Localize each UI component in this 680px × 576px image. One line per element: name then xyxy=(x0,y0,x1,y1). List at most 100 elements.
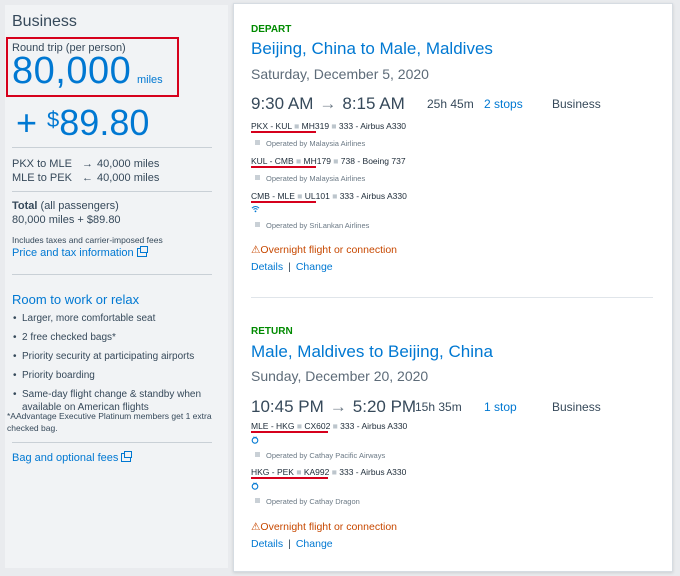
flight-number: MH319 xyxy=(301,121,330,131)
itinerary-card xyxy=(233,3,673,572)
segment-route: PKX to MLE xyxy=(12,158,72,170)
depart-date: Saturday, December 5, 2020 xyxy=(251,66,429,82)
depart-time: 10:45 PM xyxy=(251,397,324,416)
bag-fees-link[interactable]: Bag and optional fees xyxy=(12,451,133,464)
segment-row: MLE to PEK ← 40,000 miles xyxy=(12,172,159,184)
perk-footnote: *AAdvantage Executive Platinum members g… xyxy=(7,411,212,433)
overnight-warning: ⚠Overnight flight or connection xyxy=(251,244,397,256)
flight-segment: PKX - KUL ■ MH319 ■ 333 - Airbus A330 xyxy=(251,121,407,131)
highlight-underline xyxy=(251,201,316,203)
flight-segment: CMB - MLE ■ UL101 ■ 333 - Airbus A330 xyxy=(251,191,407,201)
depart-label: DEPART xyxy=(251,24,292,35)
price-tax-link-label: Price and tax information xyxy=(12,247,134,259)
flight-segment: HKG - PEK ■ KA992 ■ 333 - Airbus A330 xyxy=(251,467,407,477)
aircraft: 738 - Boeing 737 xyxy=(340,156,406,166)
aircraft: 333 - Airbus A330 xyxy=(339,191,407,201)
power-icon xyxy=(251,482,259,492)
divider xyxy=(12,442,212,443)
change-link[interactable]: Change xyxy=(296,261,333,273)
arrow-right-icon: → xyxy=(82,158,93,170)
depart-duration: 25h 45m xyxy=(427,97,474,111)
operated-by-text: Operated by Malaysia Airlines xyxy=(266,139,366,148)
return-actions: Details | Change xyxy=(251,538,333,550)
highlight-underline xyxy=(251,431,328,433)
depart-times: 9:30 AM → 8:15 AM xyxy=(251,94,405,114)
operated-by: Operated by SriLankan Airlines xyxy=(255,221,369,230)
arrive-time: 8:15 AM xyxy=(342,94,405,113)
perk-item: 2 free checked bags* xyxy=(12,331,212,344)
segment-row: PKX to MLE → 40,000 miles xyxy=(12,158,159,170)
aircraft: 333 - Airbus A330 xyxy=(340,421,408,431)
return-cabin: Business xyxy=(552,400,601,414)
divider xyxy=(12,191,212,192)
external-link-icon xyxy=(121,451,133,462)
return-duration: 15h 35m xyxy=(415,400,462,414)
room-heading: Room to work or relax xyxy=(12,292,140,307)
flight-route: PKX - KUL xyxy=(251,121,292,131)
return-label: RETURN xyxy=(251,326,293,337)
operated-by-text: Operated by Malaysia Airlines xyxy=(266,174,366,183)
segment-route: MLE to PEK xyxy=(12,172,72,184)
wifi-icon xyxy=(251,205,260,215)
price-dollar: $ xyxy=(47,107,60,132)
flight-number: MH179 xyxy=(303,156,331,166)
operated-by: Operated by Cathay Dragon xyxy=(255,497,360,506)
depart-cabin: Business xyxy=(552,97,601,111)
details-link[interactable]: Details xyxy=(251,538,283,550)
miles-unit: miles xyxy=(137,74,163,86)
return-route: Male, Maldives to Beijing, China xyxy=(251,342,493,361)
divider xyxy=(251,297,653,298)
flight-route: CMB - MLE xyxy=(251,191,295,201)
perks-list: Larger, more comfortable seat 2 free che… xyxy=(12,312,212,416)
highlight-underline xyxy=(251,131,316,133)
flight-route: KUL - CMB xyxy=(251,156,294,166)
flight-number: UL101 xyxy=(304,191,330,201)
perk-item: Priority security at participating airpo… xyxy=(12,350,212,363)
price-tax-link[interactable]: Price and tax information xyxy=(12,246,148,259)
operated-by: Operated by Malaysia Airlines xyxy=(255,174,365,183)
operated-by: Operated by Malaysia Airlines xyxy=(255,139,365,148)
flight-number: CX602 xyxy=(304,421,331,431)
aircraft: 333 - Airbus A330 xyxy=(338,121,407,131)
perk-item: Priority boarding xyxy=(12,369,212,382)
segment-miles: 40,000 miles xyxy=(97,172,160,184)
arrive-time: 5:20 PM xyxy=(352,397,417,416)
miles-amount: 80,000 xyxy=(12,50,132,92)
highlight-underline xyxy=(251,477,328,479)
warning-icon: ⚠ xyxy=(251,244,261,256)
overnight-warning: ⚠Overnight flight or connection xyxy=(251,521,397,533)
arrow-right-icon: → xyxy=(319,94,337,113)
operated-by-text: Operated by SriLankan Airlines xyxy=(266,221,370,230)
price-amount: + $89.80 xyxy=(16,102,149,144)
external-link-icon xyxy=(136,246,148,257)
arrow-right-icon: → xyxy=(329,397,347,416)
arrow-left-icon: ← xyxy=(82,172,93,184)
price-plus: + xyxy=(16,102,48,143)
warning-text: Overnight flight or connection xyxy=(260,244,397,256)
divider xyxy=(12,274,212,275)
flight-segment: KUL - CMB ■ MH179 ■ 738 - Boeing 737 xyxy=(251,156,406,166)
return-times: 10:45 PM → 5:20 PM xyxy=(251,397,416,417)
highlight-underline xyxy=(251,166,316,168)
flight-route: MLE - HKG xyxy=(251,421,295,431)
details-link[interactable]: Details xyxy=(251,261,283,273)
operated-by-text: Operated by Cathay Dragon xyxy=(266,497,360,506)
cabin-title: Business xyxy=(12,13,77,30)
flight-number: KA992 xyxy=(303,467,330,477)
depart-route: Beijing, China to Male, Maldives xyxy=(251,39,493,58)
power-icon xyxy=(251,436,259,446)
segment-miles: 40,000 miles xyxy=(97,158,160,170)
bag-fees-label: Bag and optional fees xyxy=(12,452,119,464)
change-link[interactable]: Change xyxy=(296,538,333,550)
total-value: 80,000 miles + $89.80 xyxy=(12,214,121,226)
operated-by: Operated by Cathay Pacific Airways xyxy=(255,451,385,460)
price-value: 89.80 xyxy=(59,102,150,143)
aircraft: 333 - Airbus A330 xyxy=(339,467,407,477)
return-date: Sunday, December 20, 2020 xyxy=(251,368,429,384)
depart-stops-link[interactable]: 2 stops xyxy=(484,97,523,111)
return-stops-link[interactable]: 1 stop xyxy=(484,400,517,414)
includes-fees-note: Includes taxes and carrier-imposed fees xyxy=(12,235,163,245)
operated-by-text: Operated by Cathay Pacific Airways xyxy=(266,451,386,460)
divider xyxy=(12,147,212,148)
total-suffix: (all passengers) xyxy=(37,200,119,212)
